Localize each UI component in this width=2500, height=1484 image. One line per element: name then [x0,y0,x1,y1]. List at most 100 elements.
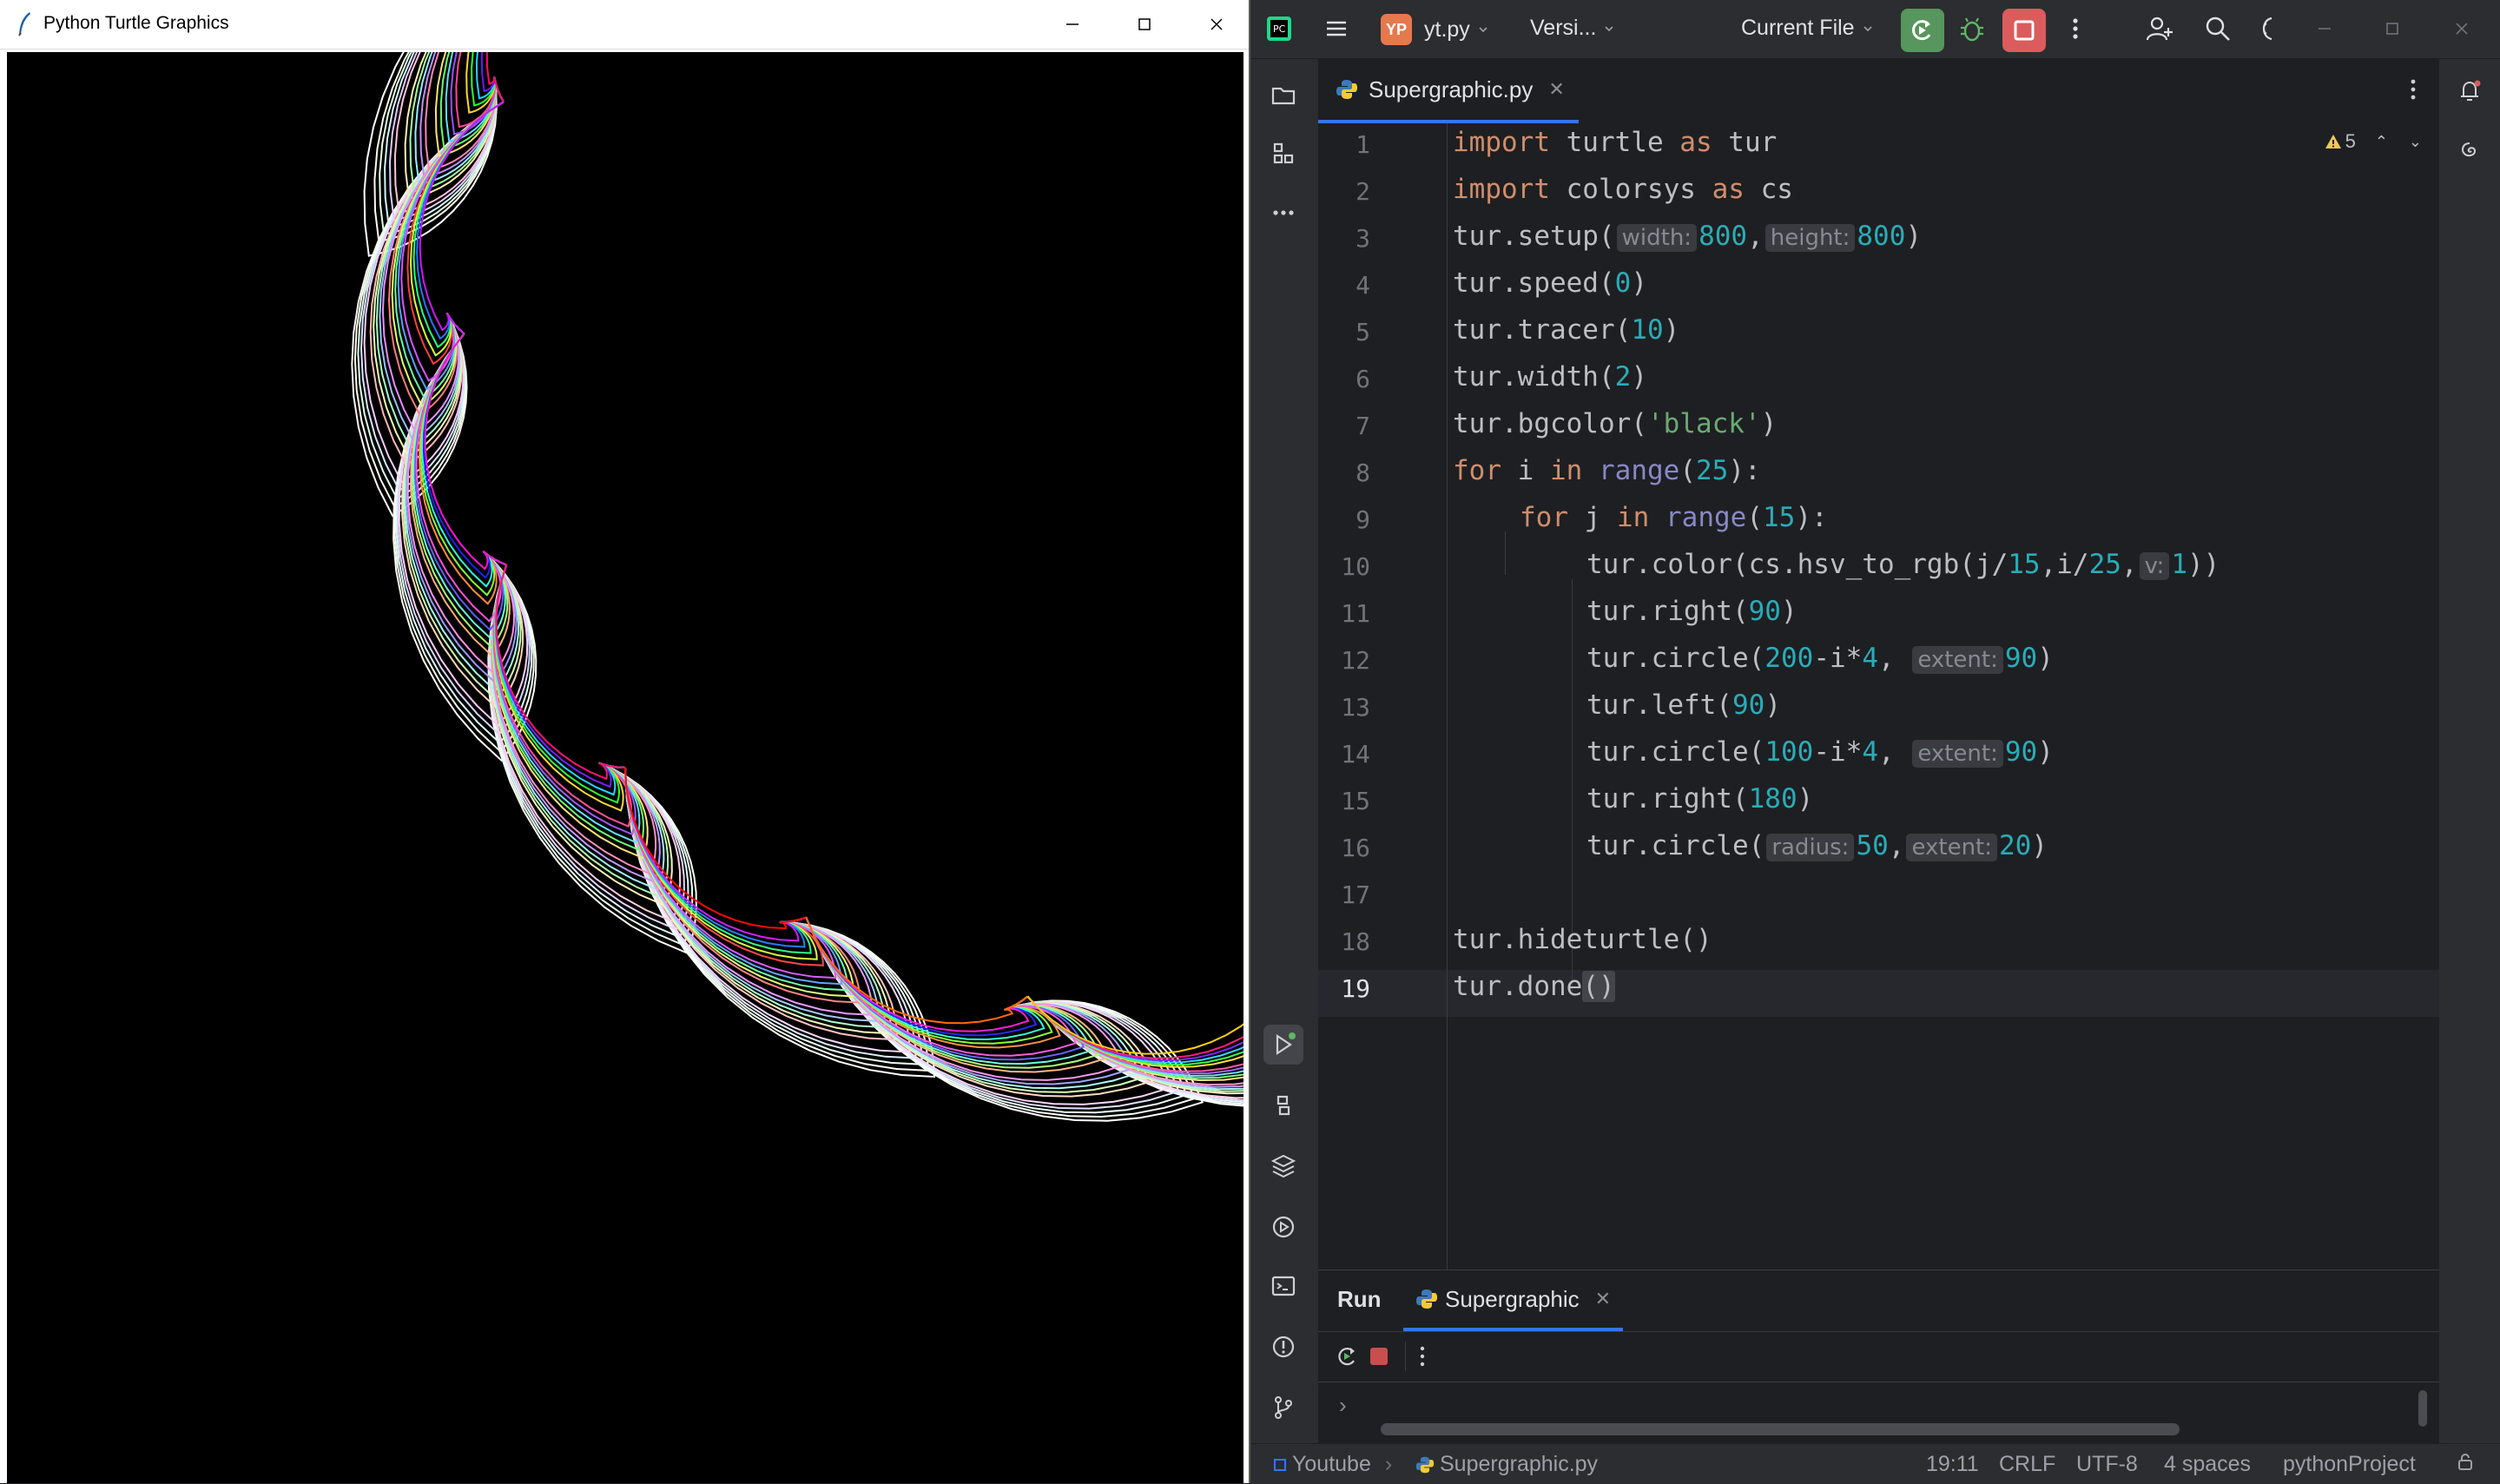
maximize-button[interactable] [1114,5,1175,43]
code-token: 800 [1699,221,1748,252]
caret-position[interactable]: 19:11 [1926,1452,1979,1477]
run-tool-icon[interactable] [1263,1025,1303,1065]
vertical-scrollbar[interactable] [2418,1390,2427,1427]
turtle-stroke [485,52,505,102]
breadcrumb-project[interactable]: Youtube › [1273,1452,1392,1477]
minimize-button[interactable] [1042,5,1103,43]
code-token: j [1568,502,1617,533]
project-folder-icon[interactable] [1263,75,1303,115]
turtle-stroke [624,767,807,930]
turtle-titlebar[interactable]: Python Turtle Graphics [0,0,1249,49]
line-number: 3 [1356,224,1370,253]
close-tab-icon[interactable]: ✕ [1548,78,1564,101]
code-token: ) [1663,314,1680,346]
more-actions-icon[interactable] [2067,16,2084,42]
code-token: 200 [1765,643,1814,674]
turtle-drawing [351,52,1243,1122]
indent-setting[interactable]: 4 spaces [2164,1452,2251,1477]
turtle-stroke [455,52,505,129]
python-interpreter[interactable]: pythonProject [2283,1452,2416,1477]
code-token: ) [1797,783,1814,815]
code-token: ) [2037,643,2054,674]
code-token: tur.right( [1586,783,1749,815]
run-config-label: Current File [1741,16,1855,40]
lock-icon[interactable] [2456,1452,2475,1471]
code-line-11: tur.right(90) [1586,596,1797,627]
code-line-6: tur.width(2) [1453,361,1647,392]
line-separator[interactable]: CRLF [1999,1452,2055,1477]
add-user-icon[interactable] [2145,14,2174,43]
python-console-icon[interactable] [1263,1085,1303,1125]
main-menu-icon[interactable] [1323,16,1349,42]
problems-icon[interactable] [1263,1327,1303,1367]
warnings-indicator[interactable]: 5 ⌃ ⌄ [2325,130,2422,153]
code-token: 90 [1748,596,1781,627]
file-encoding[interactable]: UTF-8 [2076,1452,2138,1477]
chevron-down-icon[interactable]: ⌄ [2409,133,2422,151]
python-packages-icon[interactable] [1263,1146,1303,1186]
terminal-icon[interactable] [1263,1266,1303,1306]
services-icon[interactable] [1263,1207,1303,1247]
tab-supergraphic[interactable]: Supergraphic.py ✕ [1318,59,1579,123]
code-token: 90 [2004,736,2038,768]
code-token: 100 [1765,736,1814,768]
tab-options-icon[interactable] [2404,76,2422,107]
horizontal-scrollbar[interactable] [1381,1423,2180,1435]
rerun-button[interactable] [1901,9,1944,52]
code-line-2: import colorsys as cs [1453,174,1793,205]
more-tools-icon[interactable] [1263,193,1303,233]
structure-icon[interactable] [1263,134,1303,174]
breadcrumb-file[interactable]: Supergraphic.py [1415,1452,1598,1477]
param-hint: extent: [1912,646,2003,674]
code-token: -i* [1813,736,1863,768]
project-selector[interactable]: YP yt.py [1381,14,1489,45]
pycharm-ide: PC YP yt.py Versi... Current File Superg… [1250,0,2500,1484]
chevron-up-icon[interactable]: ⌃ [2375,133,2388,151]
module-icon [1274,1458,1286,1471]
console-prompt-icon: › [1339,1392,1347,1418]
code-token: 4 [1862,736,1878,768]
line-number: 5 [1356,318,1370,346]
run-panel-title: Run [1337,1286,1382,1312]
line-number: 16 [1341,834,1370,862]
turtle-stroke [419,52,505,179]
minimize-icon [1066,23,1078,25]
bug-icon [1961,17,1983,42]
close-icon [1210,18,1223,30]
tab-run-supergraphic[interactable]: Supergraphic ✕ [1403,1270,1624,1331]
run-config-selector[interactable]: Current File [1741,16,1874,41]
code-token: i [1501,455,1550,486]
code-token: ) [1631,267,1647,299]
breadcrumb-project-label: Youtube [1292,1452,1371,1476]
code-token: ) [1905,221,1923,252]
ide-close-icon[interactable] [2449,16,2475,42]
tab-label: Supergraphic.py [1369,76,1534,102]
code-token: ( [1679,455,1696,486]
code-editor[interactable]: 1 2 3 4 5 6 7 8 9 10 11 12 13 14 15 16 17 18 19 5 ⌃ ⌄ impo… [1318,123,2439,1270]
turtle-canvas[interactable] [7,52,1243,1483]
search-icon[interactable] [2204,15,2232,43]
code-token: 800 [1857,221,1906,252]
git-icon[interactable] [1263,1388,1303,1428]
notifications-icon[interactable] [2450,71,2490,111]
python-file-icon [1416,1289,1437,1309]
debug-button[interactable] [1957,15,1987,44]
ide-minimize-icon[interactable] [2312,16,2338,42]
settings-icon[interactable] [2256,15,2273,43]
ai-assistant-icon[interactable] [2450,132,2490,172]
rerun-icon[interactable] [1334,1343,1360,1374]
maximize-icon [1138,18,1151,30]
code-line-1: import turtle as tur [1453,127,1777,158]
run-output-area[interactable]: › [1318,1382,2439,1444]
close-tab-icon[interactable]: ✕ [1595,1288,1611,1310]
close-button[interactable] [1186,5,1247,43]
more-options-icon[interactable] [1414,1343,1431,1374]
stop-button[interactable] [2002,9,2046,52]
stop-icon[interactable] [1369,1346,1389,1371]
pycharm-logo-icon[interactable]: PC [1266,16,1292,42]
turtle-window-title: Python Turtle Graphics [43,13,229,33]
code-token: import [1453,127,1550,158]
vcs-widget[interactable]: Versi... [1530,16,1615,41]
code-token: range [1599,455,1680,486]
ide-maximize-icon[interactable] [2379,16,2405,42]
